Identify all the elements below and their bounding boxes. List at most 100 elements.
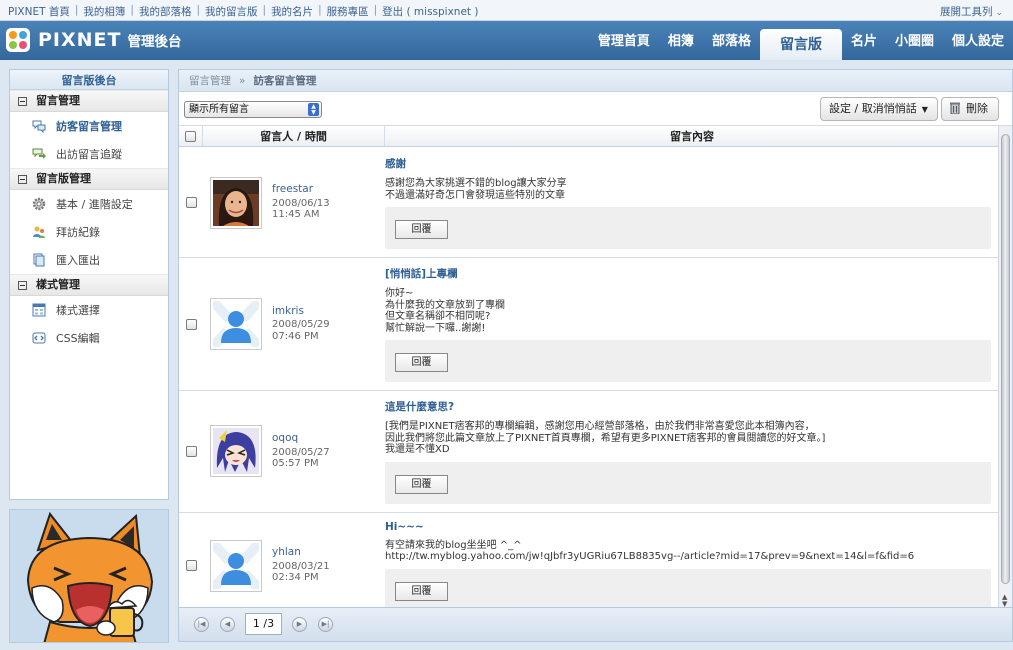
breadcrumb-root[interactable]: 留言管理 — [189, 75, 231, 87]
message-title: 感謝 — [385, 158, 406, 170]
row-checkbox[interactable] — [185, 318, 197, 330]
avatar[interactable] — [210, 176, 262, 229]
logo-subtitle: 管理後台 — [127, 34, 182, 50]
sidebar-item[interactable]: 匯入匯出 — [10, 246, 168, 274]
next-page-icon[interactable]: ▶ — [292, 617, 307, 632]
nav-tab[interactable]: 個人設定 — [943, 21, 1013, 60]
author-name-link[interactable]: imkris — [272, 305, 330, 318]
top-link-separator: | — [74, 4, 79, 16]
author-name-link[interactable]: freestar — [272, 184, 330, 196]
collapse-minus-icon[interactable] — [18, 96, 27, 106]
message-filter-select[interactable]: 顯示所有留言 ▲ ▼ — [184, 101, 322, 118]
collapse-minus-icon[interactable] — [18, 174, 27, 184]
sidebar-group-header[interactable]: 留言管理 — [10, 90, 168, 112]
breadcrumb-current: 訪客留言管理 — [253, 75, 317, 87]
top-link-separator: | — [130, 4, 134, 16]
message-time: 02:34 PM — [272, 572, 319, 584]
author-name-link[interactable]: oqoq — [272, 432, 330, 445]
top-link[interactable]: 我的留言版 — [205, 4, 258, 19]
sidebar-group-label: 留言版管理 — [36, 172, 91, 185]
sidebar-item[interactable]: 基本 / 進階設定 — [10, 190, 168, 218]
row-select-cell — [179, 391, 203, 512]
reply-button[interactable]: 回覆 — [395, 353, 448, 372]
top-link[interactable]: 登出 ( misspixnet ) — [382, 4, 478, 19]
nav-tab[interactable]: 相簿 — [659, 21, 703, 60]
delete-button[interactable]: 刪除 — [941, 97, 999, 121]
last-page-icon[interactable]: ▶| — [318, 617, 333, 632]
sidebar: 留言版後台 留言管理 訪客留言管理 出訪留言追蹤 留言版管理 基本 / 進階設定 拜訪紀錄… — [9, 69, 169, 500]
message-line: 我還是不懂XD — [385, 444, 450, 455]
reply-button[interactable]: 回覆 — [395, 220, 448, 239]
sidebar-item[interactable]: 拜訪紀錄 — [10, 218, 168, 246]
author-meta: oqoq 2008/05/27 05:57 PM — [272, 432, 330, 470]
sidebar-item[interactable]: CSS編輯 — [10, 324, 168, 352]
message-line: 因此我們將您此篇文章放上了PIXNET首頁專欄，希望有更多PIXNET痞客邦的會… — [385, 432, 826, 444]
expand-toolbar-link[interactable]: 展開工具列 ⌄ — [940, 4, 1003, 19]
reply-area: 回覆 — [385, 461, 991, 504]
select-all-cell — [179, 126, 203, 146]
dropdown-triangle-icon: ▼ — [921, 105, 928, 114]
select-all-checkbox[interactable] — [185, 130, 196, 142]
sidebar-group-label: 樣式管理 — [36, 278, 80, 291]
row-select-cell — [179, 258, 203, 390]
fox-mascot-illustration — [9, 509, 169, 643]
sidebar-item[interactable]: 出訪留言追蹤 — [10, 140, 168, 168]
author-name-link[interactable]: yhlan — [272, 547, 330, 559]
row-checkbox[interactable] — [185, 197, 197, 208]
top-link[interactable]: 服務專區 — [327, 4, 369, 19]
top-link[interactable]: PIXNET 首頁 — [8, 4, 70, 19]
top-link[interactable]: 我的相簿 — [83, 4, 125, 19]
bubble-arrow-icon — [32, 147, 46, 161]
prev-page-icon[interactable]: ◀ — [220, 617, 235, 632]
expand-toolbar-label: 展開工具列 — [939, 6, 993, 18]
nav-tab[interactable]: 管理首頁 — [589, 21, 659, 60]
message-date: 2008/05/29 — [272, 319, 330, 331]
message-time: 07:46 PM — [272, 330, 319, 342]
top-link[interactable]: 我的名片 — [271, 4, 313, 19]
breadcrumb-separator: » — [239, 75, 246, 87]
avatar[interactable] — [210, 539, 262, 592]
nav-tab[interactable]: 小圈圈 — [886, 21, 943, 60]
nav-tab[interactable]: 名片 — [842, 21, 886, 60]
author-cell: oqoq 2008/05/27 05:57 PM — [203, 391, 385, 512]
whisper-button-label: 設定 / 取消悄悄話 — [829, 102, 917, 115]
reply-button[interactable]: 回覆 — [395, 474, 448, 494]
author-meta: yhlan 2008/03/21 02:34 PM — [272, 547, 330, 584]
sidebar-item[interactable]: 訪客留言管理 — [10, 112, 168, 140]
avatar[interactable] — [210, 425, 262, 478]
collapse-minus-icon[interactable] — [18, 280, 27, 290]
top-link-separator: | — [196, 4, 201, 16]
sidebar-group-header[interactable]: 樣式管理 — [10, 274, 168, 296]
gear-icon — [32, 197, 46, 211]
first-page-icon[interactable]: |◀ — [194, 617, 209, 632]
list-scrollbar[interactable]: ▲ ▼ — [998, 126, 1012, 609]
layout-grid-icon — [32, 303, 46, 317]
scrollbar-thumb[interactable] — [1001, 134, 1010, 584]
top-link[interactable]: 我的部落格 — [139, 4, 192, 19]
author-cell: imkris 2008/05/29 07:46 PM — [203, 258, 385, 390]
sidebar-item-label: 拜訪紀錄 — [56, 226, 100, 239]
sidebar-item-label: CSS編輯 — [56, 332, 100, 345]
speech-bubbles-icon — [32, 119, 46, 133]
nav-tab[interactable]: 留言版 — [759, 29, 842, 60]
reply-button[interactable]: 回覆 — [395, 581, 448, 601]
sidebar-group-label: 留言管理 — [36, 94, 80, 107]
row-checkbox[interactable] — [185, 445, 197, 457]
code-icon — [32, 331, 46, 345]
logo-text: PIXNET — [38, 29, 122, 51]
sidebar-item[interactable]: 樣式選擇 — [10, 296, 168, 324]
message-row: freestar 2008/06/13 11:45 AM 感謝 感謝您為大家挑選不錯的b… — [179, 148, 999, 258]
nav-tab[interactable]: 部落格 — [703, 21, 760, 60]
whisper-toggle-button[interactable]: 設定 / 取消悄悄話 ▼ — [820, 97, 938, 121]
row-checkbox[interactable] — [185, 560, 197, 571]
page-number-input[interactable]: 1 /3 — [245, 613, 282, 635]
message-content-cell: 這是什麼意思? [我們是PIXNET痞客邦的專欄編輯，感謝您用心經營部落格，由於我… — [385, 391, 999, 512]
sidebar-group-header[interactable]: 留言版管理 — [10, 168, 168, 190]
message-line: 感謝您為大家挑選不錯的blog讓大家分享 — [385, 178, 567, 189]
message-date: 2008/06/13 — [272, 197, 330, 209]
reply-area: 回覆 — [385, 340, 991, 382]
column-header-content: 留言內容 — [670, 130, 714, 143]
avatar[interactable] — [210, 298, 262, 350]
message-line: 有空請來我的blog坐坐吧 ^_^ — [385, 539, 522, 551]
pixnet-logo[interactable]: PIXNET 管理後台 — [6, 28, 181, 52]
